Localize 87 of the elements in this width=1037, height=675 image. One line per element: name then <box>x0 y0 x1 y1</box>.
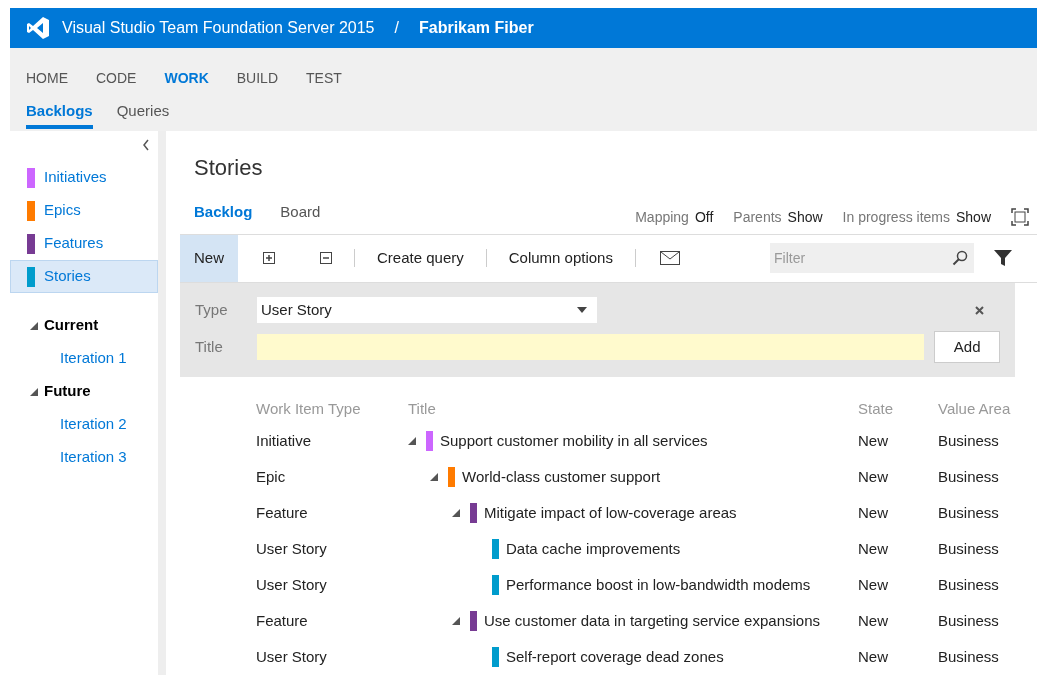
table-cell-text: Business <box>938 538 999 559</box>
project-name[interactable]: Fabrikam Fiber <box>418 16 534 40</box>
backlog-row[interactable]: Feature Mitigate impact of low-coverage areas New Business <box>180 495 1037 531</box>
table-cell-text: New <box>858 430 889 451</box>
work-item-title[interactable]: Support customer mobility in all services <box>440 429 708 453</box>
table-cell-text: Business <box>938 574 999 595</box>
table-cell-text: User Story <box>256 646 328 667</box>
table-cell-text: Business <box>938 502 999 523</box>
create-query-button[interactable]: Create query <box>377 247 464 270</box>
nav-tab[interactable]: HOME <box>26 67 68 89</box>
title-label: Title <box>195 336 224 357</box>
table-cell-text: Business <box>938 610 999 631</box>
table-cell-text: New <box>858 610 889 631</box>
table-cell-text: User Story <box>256 574 328 595</box>
backlog-row[interactable]: Feature Use customer data in targeting service expansions New Business <box>180 603 1037 639</box>
backlog-row[interactable]: User Story Self-report coverage dead zones New Business <box>180 639 1037 675</box>
option-label: In progress items <box>842 207 950 227</box>
table-cell-text: Epic <box>256 466 287 487</box>
search-icon[interactable] <box>951 250 968 267</box>
work-item-title[interactable]: Mitigate impact of low-coverage areas <box>484 501 737 525</box>
table-cell-text: New <box>858 538 889 559</box>
work-item-title[interactable]: World-class customer support <box>462 465 661 489</box>
option-value[interactable]: Show <box>787 206 823 228</box>
work-item-title[interactable]: Data cache improvements <box>506 537 681 561</box>
backlog-row[interactable]: User Story Data cache improvements New Business <box>180 531 1037 567</box>
option-label: Parents <box>733 207 782 227</box>
option-value[interactable]: Off <box>694 206 714 228</box>
logo-icon <box>26 16 50 40</box>
table-cell-text: Business <box>938 430 999 451</box>
work-item-title[interactable]: Self-report coverage dead zones <box>506 645 724 669</box>
table-cell-text: New <box>858 502 889 523</box>
iteration-group[interactable]: Current <box>44 314 99 337</box>
backlog-row[interactable]: Epic World-class customer support New Business <box>180 459 1037 495</box>
expand-icon[interactable] <box>452 509 460 517</box>
type-label: Type <box>195 299 229 320</box>
table-cell-text: Business <box>938 646 999 667</box>
sub-tab[interactable]: Queries <box>116 100 170 129</box>
table-cell-text: Feature <box>256 502 309 523</box>
expand-icon[interactable] <box>408 437 416 445</box>
expand-icon[interactable] <box>452 617 460 625</box>
table-cell-text: Business <box>938 466 999 487</box>
type-dropdown[interactable]: User Story <box>257 297 597 323</box>
iteration-link[interactable]: Iteration 2 <box>10 408 158 441</box>
table-cell-text: User Story <box>256 538 328 559</box>
option-value[interactable]: Show <box>955 206 991 228</box>
view-tab[interactable]: Board <box>280 201 321 224</box>
breadcrumb-separator: / <box>394 18 399 38</box>
title-input[interactable] <box>256 334 925 360</box>
expand-all-icon[interactable] <box>263 252 275 265</box>
view-tab[interactable]: Backlog <box>194 201 253 224</box>
filter-icon[interactable] <box>993 249 1012 268</box>
product-name: Visual Studio Team Foundation Server 2015 <box>62 18 375 38</box>
table-cell-text: Initiative <box>256 430 313 451</box>
iteration-link[interactable]: Iteration 3 <box>10 441 158 474</box>
column-options-button[interactable]: Column options <box>508 247 613 270</box>
close-icon[interactable] <box>975 305 984 315</box>
backlog-level-item[interactable]: Epics <box>10 194 158 227</box>
expand-icon[interactable] <box>30 321 38 330</box>
backlog-level-item[interactable]: Initiatives <box>10 161 158 194</box>
expand-icon[interactable] <box>30 387 38 396</box>
add-button[interactable]: Add <box>934 331 1000 363</box>
table-cell-text: New <box>858 646 889 667</box>
table-cell-text: New <box>858 466 889 487</box>
work-item-title[interactable]: Use customer data in targeting service expansions <box>484 609 820 633</box>
iteration-group[interactable]: Future <box>44 380 91 403</box>
nav-tab[interactable]: TEST <box>306 67 342 89</box>
filter-field[interactable]: Filter <box>769 243 974 274</box>
option-label: Mapping <box>635 207 689 227</box>
backlog-level-item[interactable]: Features <box>10 227 158 260</box>
backlog-level-item[interactable]: Stories <box>10 260 158 293</box>
backlog-row[interactable]: User Story Performance boost in low-bandwidth modems New Business <box>180 567 1037 603</box>
dropdown-caret-icon[interactable] <box>577 307 587 313</box>
table-cell-text: Feature <box>256 610 309 631</box>
work-item-title[interactable]: Performance boost in low-bandwidth modems <box>506 573 811 597</box>
collapse-icon[interactable] <box>142 139 150 151</box>
nav-tab[interactable]: CODE <box>96 67 137 89</box>
nav-tab[interactable]: BUILD <box>236 67 278 89</box>
new-button[interactable]: New <box>180 234 238 282</box>
page-title: Stories <box>194 154 264 181</box>
backlog-row[interactable]: Initiative Support customer mobility in all services New Business <box>180 423 1037 459</box>
nav-tab[interactable]: WORK <box>164 67 209 89</box>
fullscreen-icon[interactable] <box>1011 208 1029 227</box>
mail-icon[interactable] <box>659 251 680 266</box>
table-cell-text: New <box>858 574 889 595</box>
expand-icon[interactable] <box>430 473 438 481</box>
iteration-link[interactable]: Iteration 1 <box>10 342 158 375</box>
collapse-all-icon[interactable] <box>320 252 332 265</box>
